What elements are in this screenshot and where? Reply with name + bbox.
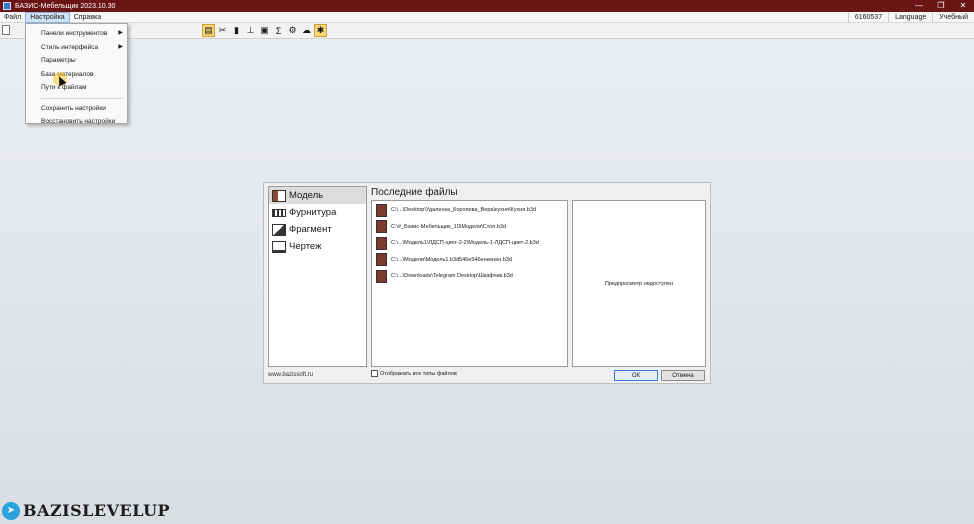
box-icon[interactable]: ▣ bbox=[258, 24, 271, 37]
cloud-icon[interactable]: ☁ bbox=[300, 24, 313, 37]
category-model[interactable]: Модель bbox=[269, 187, 366, 204]
file-path: C:\...\Модели\Модель1.b3d546e546енкенен.… bbox=[391, 256, 512, 263]
model-file-icon bbox=[376, 220, 387, 234]
sigma-icon[interactable]: Σ bbox=[272, 24, 285, 37]
menu-bar: Файл Настройка Справка 6160537 Language … bbox=[0, 11, 974, 23]
file-path: C:\#_Базис-Мебельщик_10\Модели\Стол.b3d bbox=[391, 223, 507, 230]
menu-item-interface-style[interactable]: Стиль интерфейса ▶ bbox=[26, 41, 127, 55]
recent-files-list: C:\...\Desktop\Удаленка_Королева_Вера\ку… bbox=[371, 200, 568, 367]
close-icon[interactable]: ✕ bbox=[952, 0, 974, 12]
settings-dropdown: Панели инструментов ▶ Стиль интерфейса ▶… bbox=[25, 23, 128, 125]
menu-item-toolbars[interactable]: Панели инструментов ▶ bbox=[26, 27, 127, 41]
category-label: Модель bbox=[289, 190, 324, 201]
scissors-icon[interactable]: ✂ bbox=[216, 24, 229, 37]
model-file-icon bbox=[376, 269, 387, 283]
folder-icon[interactable]: ▤ bbox=[202, 24, 215, 37]
new-document-icon[interactable] bbox=[2, 25, 10, 35]
file-path: C:\...\Модель1\ЛДСП-цвет-2-2\Модель-1-ЛД… bbox=[391, 240, 539, 247]
minimize-icon[interactable]: — bbox=[908, 0, 930, 12]
show-all-checkbox[interactable] bbox=[371, 370, 378, 377]
category-drawing[interactable]: Чертеж bbox=[269, 238, 366, 255]
ok-button[interactable]: ОК bbox=[614, 370, 658, 381]
model-file-icon bbox=[376, 203, 387, 217]
show-all-files-toggle[interactable]: Отображать все типы файлов bbox=[371, 370, 457, 377]
menu-separator bbox=[41, 97, 123, 99]
toolbar-left bbox=[2, 25, 10, 35]
menu-item-label: Панели инструментов bbox=[41, 30, 108, 37]
app-icon bbox=[3, 2, 11, 10]
list-item[interactable]: C:\...\Модель1\ЛДСП-цвет-2-2\Модель-1-ЛД… bbox=[372, 235, 567, 252]
mode-menu[interactable]: Учебный bbox=[932, 11, 974, 23]
file-path: C:\...\Downloads\Telegram Desktop\Шкафчи… bbox=[391, 273, 513, 280]
list-item[interactable]: C:\...\Downloads\Telegram Desktop\Шкафчи… bbox=[372, 268, 567, 285]
category-fragment[interactable]: Фрагмент bbox=[269, 221, 366, 238]
menu-item-label: База материалов bbox=[41, 70, 94, 78]
telegram-icon: ➤ bbox=[2, 501, 20, 520]
category-label: Фрагмент bbox=[289, 224, 332, 235]
list-item[interactable]: C:\#_Базис-Мебельщик_10\Модели\Стол.b3d bbox=[372, 219, 567, 236]
window-controls: — ❐ ✕ bbox=[908, 0, 974, 12]
license-number: 6160537 bbox=[847, 11, 888, 23]
menu-item-parameters[interactable]: Параметры bbox=[26, 54, 127, 68]
title-bar: БАЗИС-Мебельщик 2023.10.30 — ❐ ✕ bbox=[0, 0, 974, 12]
drawing-icon bbox=[272, 240, 286, 253]
submenu-arrow-icon: ▶ bbox=[118, 30, 123, 36]
menu-file[interactable]: Файл bbox=[0, 12, 25, 23]
window-title: БАЗИС-Мебельщик 2023.10.30 bbox=[15, 2, 116, 10]
menu-item-label: Восстановить настройки bbox=[41, 118, 116, 125]
category-list: Модель Фурнитура Фрагмент Чертеж bbox=[268, 186, 367, 367]
recent-files-title: Последние файлы bbox=[371, 187, 458, 198]
model-icon bbox=[272, 189, 286, 202]
menu-help[interactable]: Справка bbox=[70, 12, 105, 23]
menu-item-materials-base[interactable]: База материалов bbox=[26, 68, 127, 82]
model-file-icon bbox=[376, 253, 387, 267]
watermark-text: BAZISLEVELUP bbox=[23, 501, 171, 520]
menu-right-group: 6160537 Language Учебный bbox=[847, 11, 974, 23]
list-item[interactable]: C:\...\Desktop\Удаленка_Королева_Вера\ку… bbox=[372, 202, 567, 219]
list-item[interactable]: C:\...\Модели\Модель1.b3d546e546енкенен.… bbox=[372, 252, 567, 269]
star-icon[interactable]: ✱ bbox=[314, 24, 327, 37]
maximize-icon[interactable]: ❐ bbox=[930, 0, 952, 12]
menu-item-restore-settings[interactable]: Восстановить настройки bbox=[26, 115, 127, 129]
menu-item-label: Стиль интерфейса bbox=[41, 43, 99, 51]
drill-icon[interactable]: ⊥ bbox=[244, 24, 257, 37]
menu-item-label: Параметры bbox=[41, 57, 76, 64]
preview-text: Предпросмотр недоступен bbox=[604, 280, 674, 287]
menu-item-label: Сохранить настройки bbox=[41, 104, 106, 112]
submenu-arrow-icon: ▶ bbox=[118, 43, 123, 50]
website-link[interactable]: www.bazissoft.ru bbox=[268, 372, 313, 378]
file-path: C:\...\Desktop\Удаленка_Королева_Вера\ку… bbox=[391, 207, 536, 214]
menu-item-file-paths[interactable]: Пути к файлам bbox=[26, 81, 127, 95]
preview-panel: Предпросмотр недоступен bbox=[572, 200, 706, 367]
tools-icon[interactable]: ⚙ bbox=[286, 24, 299, 37]
model-file-icon bbox=[376, 236, 387, 250]
fittings-icon bbox=[272, 208, 286, 217]
show-all-label: Отображать все типы файлов bbox=[380, 370, 457, 377]
cancel-button[interactable]: Отмена bbox=[661, 370, 705, 381]
language-menu[interactable]: Language bbox=[888, 11, 932, 23]
category-label: Фурнитура bbox=[289, 207, 337, 218]
fragment-icon bbox=[272, 223, 286, 236]
watermark: ➤ BAZISLEVELUP bbox=[2, 501, 170, 520]
category-fittings[interactable]: Фурнитура bbox=[269, 204, 366, 221]
menu-item-save-settings[interactable]: Сохранить настройки bbox=[26, 102, 127, 116]
menu-item-label: Пути к файлам bbox=[41, 84, 87, 91]
category-label: Чертеж bbox=[289, 241, 322, 252]
toolbar: ▤ ✂ ▮ ⊥ ▣ Σ ⚙ ☁ ✱ bbox=[0, 23, 974, 39]
toolbar-tools: ▤ ✂ ▮ ⊥ ▣ Σ ⚙ ☁ ✱ bbox=[202, 24, 327, 37]
panel-icon[interactable]: ▮ bbox=[230, 24, 243, 37]
start-dialog: Модель Фурнитура Фрагмент Чертеж Последн… bbox=[263, 182, 711, 384]
menu-settings[interactable]: Настройка bbox=[25, 11, 70, 23]
